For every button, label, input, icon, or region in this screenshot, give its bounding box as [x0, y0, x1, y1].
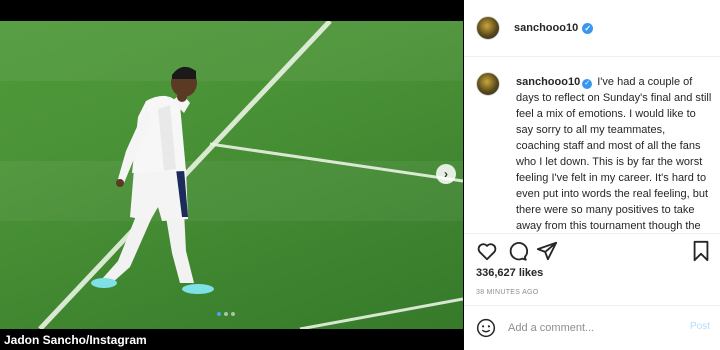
emoji-icon[interactable] — [476, 318, 496, 338]
avatar[interactable] — [476, 16, 500, 40]
verified-badge-icon: ✓ — [582, 79, 593, 89]
post-timestamp: 38 MINUTES AGO — [476, 289, 539, 296]
instagram-panel: sanchooo10 ✓ sanchooo10 ✓ I've had a coup… — [464, 0, 720, 350]
header-username[interactable]: sanchooo10 — [514, 22, 578, 34]
screenshot-frame: › Jadon Sancho/Instagram sanchooo10 ✓ sa… — [0, 0, 720, 350]
bookmark-icon[interactable] — [690, 240, 712, 262]
comment-input[interactable] — [508, 318, 678, 338]
like-count[interactable]: 336,627 likes — [476, 267, 543, 279]
photo-credit: Jadon Sancho/Instagram — [4, 333, 147, 347]
pitch-scene — [38, 21, 463, 329]
carousel-dot-active — [217, 312, 221, 316]
caption-text: I've had a couple of days to reflect on … — [516, 76, 712, 232]
divider — [464, 233, 720, 234]
carousel-dot — [224, 312, 228, 316]
caption: sanchooo10 ✓ I've had a couple of days to… — [516, 74, 712, 232]
caption-area: sanchooo10 ✓ I've had a couple of days to… — [476, 72, 712, 232]
carousel-dot — [231, 312, 235, 316]
comment-bar: Post — [464, 305, 720, 350]
caption-username[interactable]: sanchooo10 — [516, 76, 580, 88]
carousel-next-button[interactable]: › — [436, 164, 456, 184]
share-icon[interactable] — [536, 240, 558, 262]
action-bar — [476, 240, 712, 262]
post-comment-button[interactable]: Post — [690, 321, 710, 332]
heart-icon[interactable] — [476, 240, 498, 262]
player-figure — [91, 66, 214, 294]
chevron-right-icon: › — [444, 167, 448, 181]
comment-icon[interactable] — [506, 240, 528, 262]
caption-avatar[interactable] — [476, 72, 500, 96]
post-photo[interactable]: › — [0, 21, 463, 329]
carousel-dots — [217, 312, 235, 316]
verified-badge-icon: ✓ — [582, 22, 594, 34]
post-header: sanchooo10 ✓ — [464, 0, 720, 57]
